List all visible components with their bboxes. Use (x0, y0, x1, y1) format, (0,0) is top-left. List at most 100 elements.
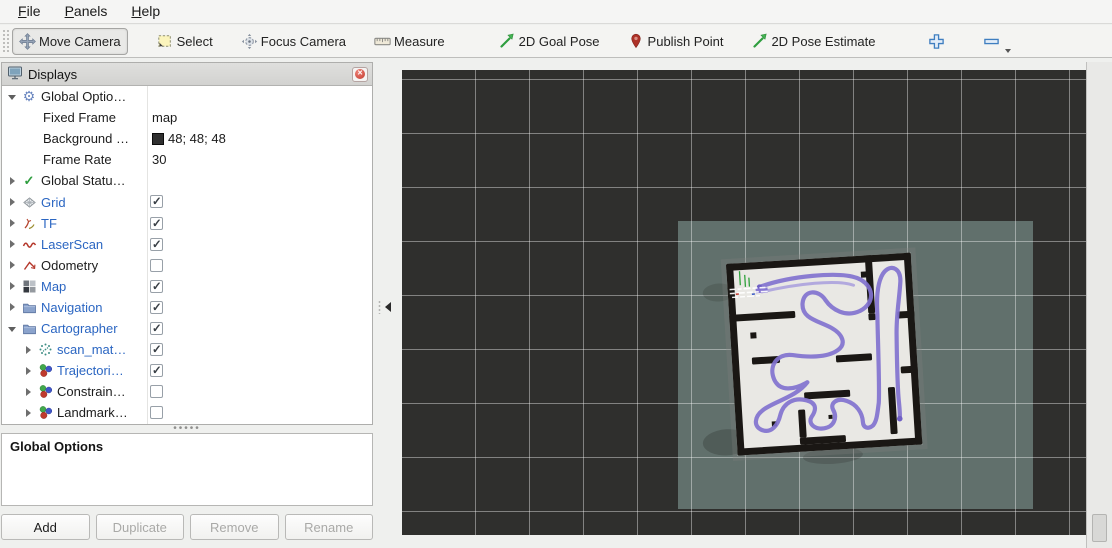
remove-tool-icon (983, 33, 1000, 50)
expander-icon[interactable] (7, 218, 18, 229)
expander-icon[interactable] (7, 197, 18, 208)
rviz-window: File Panels Help Move Camera Select Focu… (0, 0, 1112, 548)
visibility-checkbox[interactable] (150, 238, 163, 251)
visibility-checkbox[interactable] (150, 385, 163, 398)
tool-publish-point[interactable]: Publish Point (621, 28, 731, 55)
tool-2d-goal-pose[interactable]: 2D Goal Pose (492, 28, 607, 55)
spheres-icon (37, 405, 53, 420)
tree-row-tf[interactable]: TF (2, 213, 372, 234)
rename-button: Rename (285, 514, 374, 540)
expander-icon[interactable] (23, 365, 34, 376)
odometry-icon (21, 258, 37, 273)
remove-button: Remove (190, 514, 279, 540)
tree-row-navigation[interactable]: Navigation (2, 297, 372, 318)
background-color-value[interactable]: 48; 48; 48 (152, 128, 226, 149)
description-panel: Global Options (1, 433, 373, 506)
tree-row-grid[interactable]: Grid (2, 191, 372, 212)
move-camera-icon (19, 33, 36, 50)
visibility-checkbox[interactable] (150, 364, 163, 377)
tree-row-trajectories[interactable]: Trajectori… (2, 360, 372, 381)
gutter-grip[interactable] (378, 300, 381, 314)
tool-move-camera[interactable]: Move Camera (12, 28, 128, 55)
visibility-checkbox[interactable] (150, 280, 163, 293)
display-actions: Add Duplicate Remove Rename (1, 514, 373, 540)
laserscan-icon (21, 237, 37, 252)
tree-row-odometry[interactable]: Odometry (2, 255, 372, 276)
tree-row-cartographer[interactable]: Cartographer (2, 318, 372, 339)
expander-icon[interactable] (7, 260, 18, 271)
close-panel-button[interactable]: ✕ (352, 67, 368, 82)
tree-row-background-color[interactable]: Background … 48; 48; 48 (2, 128, 372, 149)
dropdown-caret-icon (1005, 49, 1011, 53)
visibility-checkbox[interactable] (150, 301, 163, 314)
toolbar: Move Camera Select Focus Camera Measure … (0, 25, 1112, 58)
tool-measure[interactable]: Measure (367, 28, 452, 55)
menu-bar: File Panels Help (0, 0, 1112, 24)
expander-icon[interactable] (7, 281, 18, 292)
menu-help[interactable]: Help (121, 1, 170, 22)
add-tool-button[interactable] (922, 28, 951, 55)
folder-icon (21, 321, 37, 336)
visibility-checkbox[interactable] (150, 406, 163, 419)
folder-icon (21, 300, 37, 315)
menu-file[interactable]: File (8, 1, 51, 22)
map-maze (402, 70, 1086, 535)
scrollbar-thumb[interactable] (1092, 514, 1107, 542)
expander-icon[interactable] (23, 344, 34, 355)
visibility-checkbox[interactable] (150, 343, 163, 356)
map-icon (21, 279, 37, 294)
publish-point-icon (628, 33, 645, 50)
displays-panel: Displays ✕ ⚙ Global Optio… Fixed Frame m… (1, 62, 373, 425)
toolbar-drag-handle[interactable] (2, 29, 9, 53)
tool-2d-pose-estimate[interactable]: 2D Pose Estimate (744, 28, 882, 55)
expander-icon[interactable] (7, 239, 18, 250)
tool-focus-camera[interactable]: Focus Camera (234, 28, 353, 55)
visibility-checkbox[interactable] (150, 259, 163, 272)
duplicate-button: Duplicate (96, 514, 185, 540)
expander-icon[interactable] (7, 323, 18, 334)
gear-icon: ⚙ (21, 89, 37, 104)
tree-row-laserscan[interactable]: LaserScan (2, 234, 372, 255)
frame-rate-value[interactable]: 30 (152, 149, 166, 170)
add-button[interactable]: Add (1, 514, 90, 540)
3d-viewport[interactable] (402, 70, 1086, 535)
spheres-icon (37, 384, 53, 399)
expander-icon[interactable] (23, 407, 34, 418)
tree-row-scan-matched[interactable]: scan_mat… (2, 339, 372, 360)
pose-estimate-icon (751, 33, 768, 50)
tool-select[interactable]: Select (150, 28, 220, 55)
tree-row-landmarks[interactable]: Landmark… (2, 402, 372, 423)
select-icon (157, 33, 174, 50)
right-gutter (1086, 62, 1112, 548)
menu-panels[interactable]: Panels (55, 1, 118, 22)
check-icon: ✓ (21, 173, 37, 188)
close-icon: ✕ (355, 69, 365, 79)
tf-icon (21, 216, 37, 231)
grid-icon (21, 195, 37, 210)
panel-splitter[interactable]: ••••• (0, 425, 374, 433)
expander-icon[interactable] (7, 175, 18, 186)
visibility-checkbox[interactable] (150, 322, 163, 335)
tree-row-global-options[interactable]: ⚙ Global Optio… (2, 86, 372, 107)
tree-row-map[interactable]: Map (2, 276, 372, 297)
color-swatch (152, 133, 164, 145)
tree-row-frame-rate[interactable]: Frame Rate 30 (2, 149, 372, 170)
tree-row-fixed-frame[interactable]: Fixed Frame map (2, 107, 372, 128)
displays-tree: ⚙ Global Optio… Fixed Frame map Backgrou… (2, 86, 372, 424)
focus-camera-icon (241, 33, 258, 50)
panel-gutter (374, 62, 402, 548)
expander-icon[interactable] (23, 386, 34, 397)
visibility-checkbox[interactable] (150, 195, 163, 208)
add-tool-icon (928, 33, 945, 50)
tree-row-constraints[interactable]: Constrain… (2, 381, 372, 402)
remove-tool-button[interactable] (977, 28, 1006, 55)
measure-icon (374, 33, 391, 50)
displays-panel-header[interactable]: Displays ✕ (2, 63, 372, 86)
collapse-left-icon[interactable] (385, 302, 391, 312)
expander-icon[interactable] (7, 302, 18, 313)
tree-row-global-status[interactable]: ✓ Global Statu… (2, 170, 372, 191)
visibility-checkbox[interactable] (150, 217, 163, 230)
expander-icon[interactable] (7, 91, 18, 102)
scan-matched-icon (37, 342, 53, 357)
fixed-frame-value[interactable]: map (152, 107, 177, 128)
